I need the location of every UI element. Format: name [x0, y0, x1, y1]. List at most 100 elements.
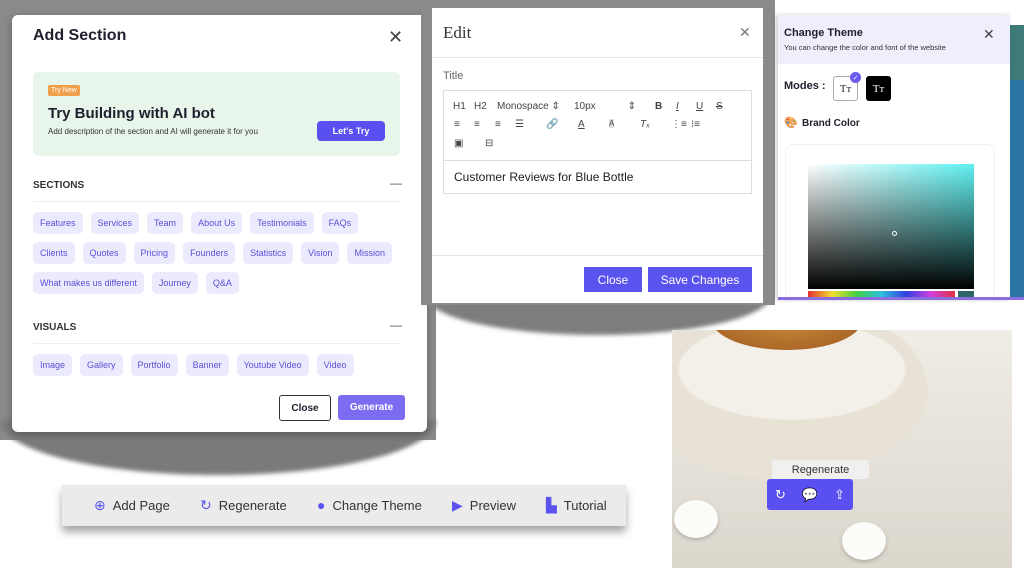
- visual-chip[interactable]: Banner: [185, 354, 229, 376]
- section-chip[interactable]: Statistics: [243, 242, 294, 264]
- section-chip[interactable]: Testimonials: [250, 212, 314, 234]
- section-chip[interactable]: Founders: [183, 242, 236, 264]
- edit-modal: Edit ✕ Title H1 H2 Monospace ⇕ 10px ⇕ B I…: [432, 8, 763, 303]
- clear-format-icon[interactable]: Tₓ: [640, 119, 650, 130]
- comment-icon[interactable]: 💬: [802, 487, 818, 503]
- ordered-list-icon[interactable]: ⋮≡: [671, 119, 687, 130]
- modal-title: Edit: [443, 23, 472, 42]
- check-icon: ✓: [850, 72, 861, 83]
- collapse-visuals-icon[interactable]: —: [390, 318, 402, 332]
- h1-button[interactable]: H1: [453, 101, 466, 112]
- visual-chip[interactable]: Youtube Video: [236, 354, 309, 376]
- logo-pin: [674, 500, 718, 538]
- editor-toolbar: H1 H2 Monospace ⇕ 10px ⇕ B I U S ≡ ≡ ≡ ☰ …: [444, 91, 751, 161]
- picker-handle[interactable]: [892, 231, 897, 236]
- h2-button[interactable]: H2: [474, 101, 487, 112]
- section-chip[interactable]: Journey: [151, 272, 198, 294]
- size-select[interactable]: 10px ⇕: [574, 101, 636, 112]
- label: Preview: [469, 498, 517, 513]
- justify-icon[interactable]: ☰: [515, 119, 524, 130]
- underline-icon[interactable]: U: [696, 101, 703, 112]
- lets-try-button[interactable]: Let's Try: [317, 121, 385, 141]
- section-chip[interactable]: Clients: [33, 242, 75, 264]
- link-icon[interactable]: 🔗: [546, 119, 558, 130]
- align-center-icon[interactable]: ≡: [474, 119, 480, 130]
- align-right-icon[interactable]: ≡: [495, 119, 501, 130]
- video-icon[interactable]: ⊟: [485, 138, 493, 149]
- try-new-badge: Try New: [48, 85, 80, 96]
- close-icon[interactable]: ✕: [983, 26, 995, 43]
- website-preview-strip: [1010, 25, 1024, 300]
- title-input[interactable]: Customer Reviews for Blue Bottle: [454, 170, 633, 184]
- panel-title: Change Theme: [784, 27, 863, 39]
- sections-heading: SECTIONS: [33, 180, 85, 191]
- background-color-icon[interactable]: A: [609, 119, 615, 128]
- ai-banner: Try New Try Building with AI bot Add des…: [33, 72, 400, 156]
- change-theme-button[interactable]: ● Change Theme: [317, 497, 422, 513]
- logo-pin: [842, 522, 886, 560]
- collapse-sections-icon[interactable]: —: [390, 176, 402, 190]
- divider: [432, 57, 763, 58]
- section-chip[interactable]: Mission: [347, 242, 392, 264]
- tutorial-icon: ▙: [546, 497, 557, 513]
- panel-header: Change Theme You can change the color an…: [778, 15, 1010, 64]
- upload-icon[interactable]: ⇪: [834, 487, 845, 503]
- visual-chip[interactable]: Video: [316, 354, 354, 376]
- saturation-picker[interactable]: [808, 164, 974, 289]
- bold-icon[interactable]: B: [655, 101, 662, 112]
- section-chip[interactable]: Q&A: [205, 272, 239, 294]
- close-button[interactable]: Close: [584, 267, 642, 292]
- section-chip[interactable]: About Us: [191, 212, 243, 234]
- modes-label: Modes :: [784, 80, 826, 92]
- section-chip[interactable]: Quotes: [82, 242, 126, 264]
- save-changes-button[interactable]: Save Changes: [648, 267, 752, 292]
- play-circle-icon: ▶: [452, 497, 463, 513]
- size-value: 10px: [574, 101, 596, 112]
- rich-text-editor: H1 H2 Monospace ⇕ 10px ⇕ B I U S ≡ ≡ ≡ ☰ …: [443, 90, 752, 194]
- dark-mode-button[interactable]: Tт: [866, 76, 891, 101]
- visuals-heading: VISUALS: [33, 322, 77, 333]
- close-button[interactable]: Close: [279, 395, 331, 421]
- preview-button[interactable]: ▶ Preview: [452, 497, 516, 514]
- divider: [432, 255, 763, 256]
- close-icon[interactable]: ✕: [739, 24, 751, 41]
- font-value: Monospace: [497, 101, 549, 112]
- section-chip[interactable]: FAQs: [321, 212, 359, 234]
- label: Tutorial: [563, 498, 607, 513]
- regenerate-button[interactable]: ↻ Regenerate: [200, 497, 287, 514]
- tutorial-button[interactable]: ▙ Tutorial: [546, 497, 607, 514]
- font-select[interactable]: Monospace ⇕: [497, 101, 560, 112]
- bullet-list-icon[interactable]: ⁝≡: [691, 119, 700, 130]
- section-chip[interactable]: Pricing: [133, 242, 176, 264]
- bottom-toolbar: ⊕ Add Page ↻ Regenerate ● Change Theme ▶ Pre…: [62, 485, 626, 526]
- palette-icon: 🎨: [784, 117, 798, 129]
- section-chip[interactable]: Vision: [301, 242, 340, 264]
- brand-color-label: Brand Color: [802, 118, 860, 129]
- refresh-icon[interactable]: ↻: [775, 487, 786, 503]
- section-chip[interactable]: Features: [33, 212, 83, 234]
- visual-chip[interactable]: Portfolio: [130, 354, 178, 376]
- image-icon[interactable]: ▣: [454, 138, 463, 149]
- generate-button[interactable]: Generate: [338, 395, 405, 420]
- coffee-photo: [672, 330, 1012, 568]
- field-label: Title: [443, 70, 464, 82]
- plus-circle-icon: ⊕: [94, 497, 106, 513]
- add-page-button[interactable]: ⊕ Add Page: [94, 497, 170, 514]
- visual-chip[interactable]: Gallery: [80, 354, 123, 376]
- strikethrough-icon[interactable]: S: [716, 101, 723, 112]
- tooltip: Regenerate: [772, 460, 869, 479]
- coffee-cup: [712, 330, 862, 350]
- add-section-modal: Add Section ✕ Try New Try Building with …: [12, 15, 427, 432]
- banner-description: Add description of the section and AI wi…: [48, 127, 258, 136]
- close-icon[interactable]: ✕: [388, 27, 403, 48]
- section-chip[interactable]: What makes us different: [33, 272, 144, 294]
- italic-icon[interactable]: I: [676, 101, 679, 112]
- section-chip[interactable]: Team: [147, 212, 184, 234]
- align-left-icon[interactable]: ≡: [454, 119, 460, 130]
- refresh-icon: ↻: [200, 497, 212, 513]
- section-chip[interactable]: Services: [90, 212, 140, 234]
- floating-toolbar: ↻ 💬 ⇪: [767, 479, 853, 510]
- visual-chip[interactable]: Image: [33, 354, 73, 376]
- text-color-icon[interactable]: A: [578, 119, 585, 130]
- banner-title: Try Building with AI bot: [48, 105, 215, 122]
